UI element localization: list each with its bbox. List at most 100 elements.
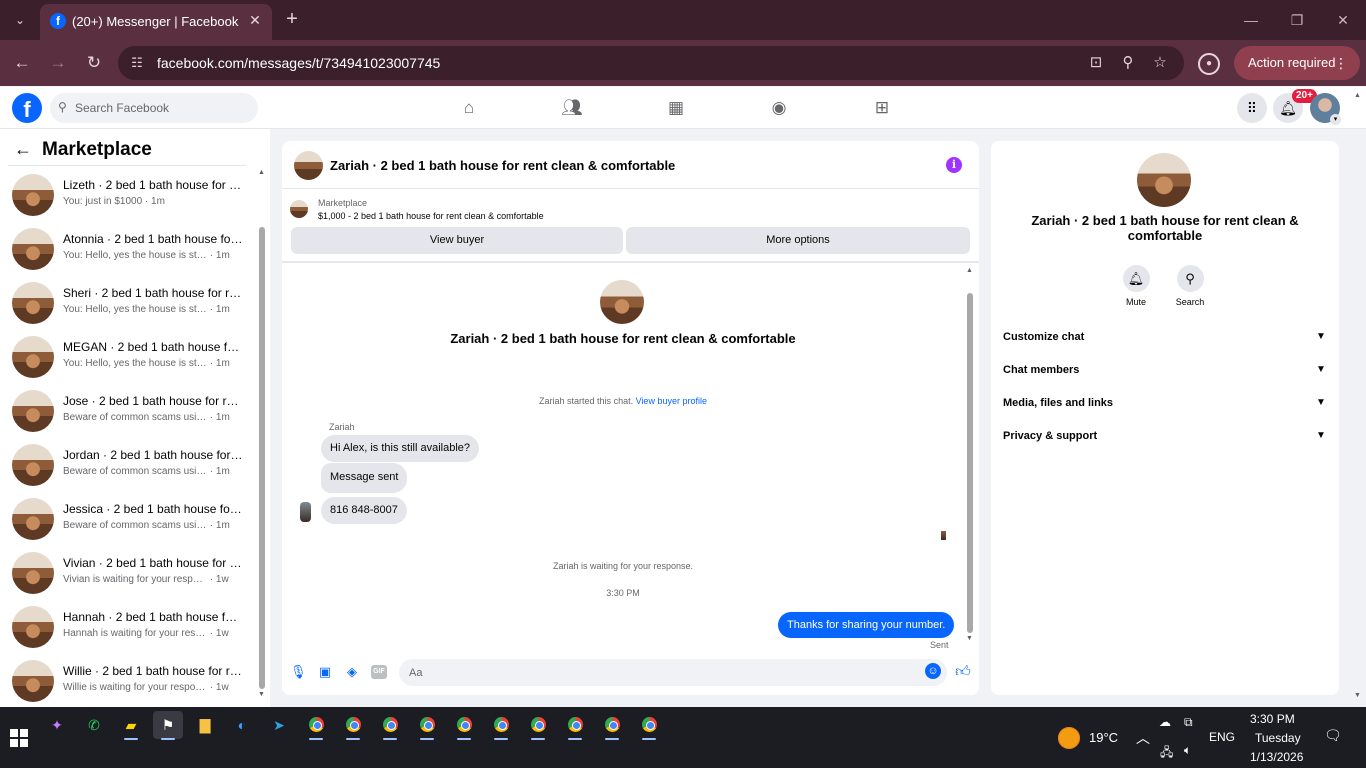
zoom-out-icon[interactable]: ⚲ [1118,53,1138,73]
conversation-item[interactable]: Hannah · 2 bed 1 bath house for rent cle… [0,599,256,653]
gaming-icon[interactable]: ⊞ [870,96,894,120]
edge-icon[interactable]: ◐ [227,711,257,739]
conversation-item[interactable]: Vivian · 2 bed 1 bath house for rent cle… [0,545,256,599]
sidebar-scrollbar[interactable]: ▲ ▼ [258,169,266,699]
scrollbar-thumb[interactable] [967,293,973,633]
customize-chat-section[interactable]: Customize chat ▼ [991,323,1339,353]
whatsapp-icon[interactable]: ✆ [79,711,109,739]
chat-title[interactable]: Zariah · 2 bed 1 bath house for rent cle… [330,158,675,173]
gif-icon[interactable]: GIF [371,665,387,679]
forward-arrow-icon[interactable]: → [45,50,71,76]
clock-day[interactable]: Tuesday [1255,731,1301,745]
chrome-icon[interactable] [560,711,590,740]
scroll-up-arrow-icon[interactable]: ▲ [966,267,973,274]
facebook-search[interactable]: ⚲ [50,93,258,123]
sticker-icon[interactable]: ◈ [344,664,360,680]
address-bar[interactable]: ☷ facebook.com/messages/t/73494102300774… [118,46,1184,80]
view-buyer-button[interactable]: View buyer [291,227,623,254]
copilot-icon[interactable]: ✦ [42,711,72,739]
chrome-icon[interactable] [634,711,664,740]
clock-date[interactable]: 1/13/2026 [1250,750,1303,764]
back-arrow-icon[interactable]: ← [14,139,34,159]
home-icon[interactable]: ⌂ [457,96,481,120]
media-files-links-section[interactable]: Media, files and links ▼ [991,389,1339,419]
sticky-notes-icon[interactable]: ▰ [116,711,146,740]
back-arrow-icon[interactable]: ← [9,50,35,76]
install-app-icon[interactable]: ⊡ [1086,53,1106,73]
window-restore-button[interactable]: ❐ [1282,8,1312,32]
scroll-up-arrow-icon[interactable]: ▲ [1354,92,1361,99]
conversation-item[interactable]: Lizeth · 2 bed 1 bath house for rent cle… [0,167,256,221]
browser-profile-icon[interactable]: ● [1198,53,1220,75]
conversation-item[interactable]: Jose · 2 bed 1 bath house for rent clean… [0,383,256,437]
account-chevron-down-icon[interactable]: ▾ [1330,114,1341,125]
chat-scrollbar[interactable]: ▲ ▼ [966,267,974,645]
new-tab-button[interactable]: + [282,8,302,30]
action-required-button[interactable]: Action required ⋮ [1234,46,1360,80]
telegram-icon[interactable]: ➤ [264,711,294,739]
clock-time[interactable]: 3:30 PM [1250,712,1334,726]
outgoing-message-bubble[interactable]: Thanks for sharing your number. [778,612,955,638]
onedrive-cloud-icon[interactable]: ☁ [1159,715,1171,729]
privacy-support-section[interactable]: Privacy & support ▼ [991,422,1339,452]
window-minimize-button[interactable]: — [1236,8,1266,32]
photo-icon[interactable]: ▣ [317,664,333,680]
chrome-icon[interactable] [523,711,553,740]
chat-members-section[interactable]: Chat members ▼ [991,356,1339,386]
tab-search-chevron-icon[interactable]: ⌄ [8,9,32,31]
scroll-down-arrow-icon[interactable]: ▼ [1354,692,1361,699]
tray-overflow-chevron-icon[interactable]: ︿ [1136,728,1150,748]
bookmark-star-icon[interactable]: ☆ [1150,53,1170,73]
incoming-message-bubble[interactable]: Message sent [321,463,408,493]
conversation-item[interactable]: Sheri · 2 bed 1 bath house for rent clea… [0,275,256,329]
network-icon[interactable]: 🖧︎ [1160,743,1173,764]
meet-now-icon[interactable]: ⧉ [1184,715,1193,730]
chat-avatar[interactable] [294,151,323,180]
incoming-message-bubble[interactable]: 816 848-8007 [321,497,407,524]
scroll-down-arrow-icon[interactable]: ▼ [966,635,973,642]
kebab-menu-icon[interactable]: ⋮ [1334,46,1348,80]
volume-icon[interactable]: 🔈︎ [1184,743,1191,758]
active-tab[interactable]: f (20+) Messenger | Facebook ✕ [40,4,272,40]
notification-center-icon[interactable]: 🗨︎ [1324,727,1342,745]
window-close-button[interactable]: ✕ [1328,8,1358,32]
weather-temperature[interactable]: 19°C [1089,730,1118,745]
view-buyer-profile-link[interactable]: View buyer profile [636,396,707,406]
incoming-message-bubble[interactable]: Hi Alex, is this still available? [321,435,480,462]
chrome-icon[interactable] [486,711,516,740]
scroll-up-arrow-icon[interactable]: ▲ [258,169,265,176]
chrome-icon[interactable] [301,711,331,740]
chrome-icon[interactable] [375,711,405,740]
conversation-info-icon[interactable]: i [946,157,962,173]
scroll-down-arrow-icon[interactable]: ▼ [258,691,265,698]
chrome-icon[interactable] [338,711,368,740]
chrome-icon[interactable] [412,711,442,740]
microphone-icon[interactable]: 🎙︎ [290,664,307,680]
chrome-icon[interactable] [449,711,479,740]
weather-sun-icon[interactable] [1058,727,1080,749]
page-scrollbar[interactable]: ▲ ▼ [1354,92,1363,704]
friends-icon[interactable]: 👥︎ [560,96,584,120]
mute-button[interactable]: 🔔︎ Mute [1106,265,1166,307]
reload-icon[interactable]: ↻ [81,50,107,76]
windows-start-icon[interactable] [10,729,28,747]
site-info-tune-icon[interactable]: ☷ [128,54,146,72]
emoji-icon[interactable]: ☺ [925,663,941,679]
conversation-item[interactable]: Atonnia · 2 bed 1 bath house for rent cl… [0,221,256,275]
conversation-item[interactable]: Jessica · 2 bed 1 bath house for rent cl… [0,491,256,545]
message-input-box[interactable]: ☺ [399,659,947,686]
conversation-item[interactable]: Willie · 2 bed 1 bath house for rent cle… [0,653,256,707]
menu-grid-icon[interactable]: ⠿ [1237,93,1267,123]
facebook-logo-icon[interactable]: f [12,93,42,123]
active-app-icon[interactable]: ⚑ [153,711,183,740]
message-input[interactable] [409,662,909,683]
search-conversation-button[interactable]: ⚲ Search [1160,265,1220,307]
url-text[interactable]: facebook.com/messages/t/734941023007745 [157,55,440,71]
groups-icon[interactable]: ◉ [767,96,791,120]
chrome-icon[interactable] [597,711,627,740]
input-language[interactable]: ENG [1209,730,1235,744]
tab-close-icon[interactable]: ✕ [246,10,264,30]
scrollbar-thumb[interactable] [259,227,265,689]
conversation-item[interactable]: Jordan · 2 bed 1 bath house for rent cle… [0,437,256,491]
details-avatar[interactable] [1137,153,1191,207]
